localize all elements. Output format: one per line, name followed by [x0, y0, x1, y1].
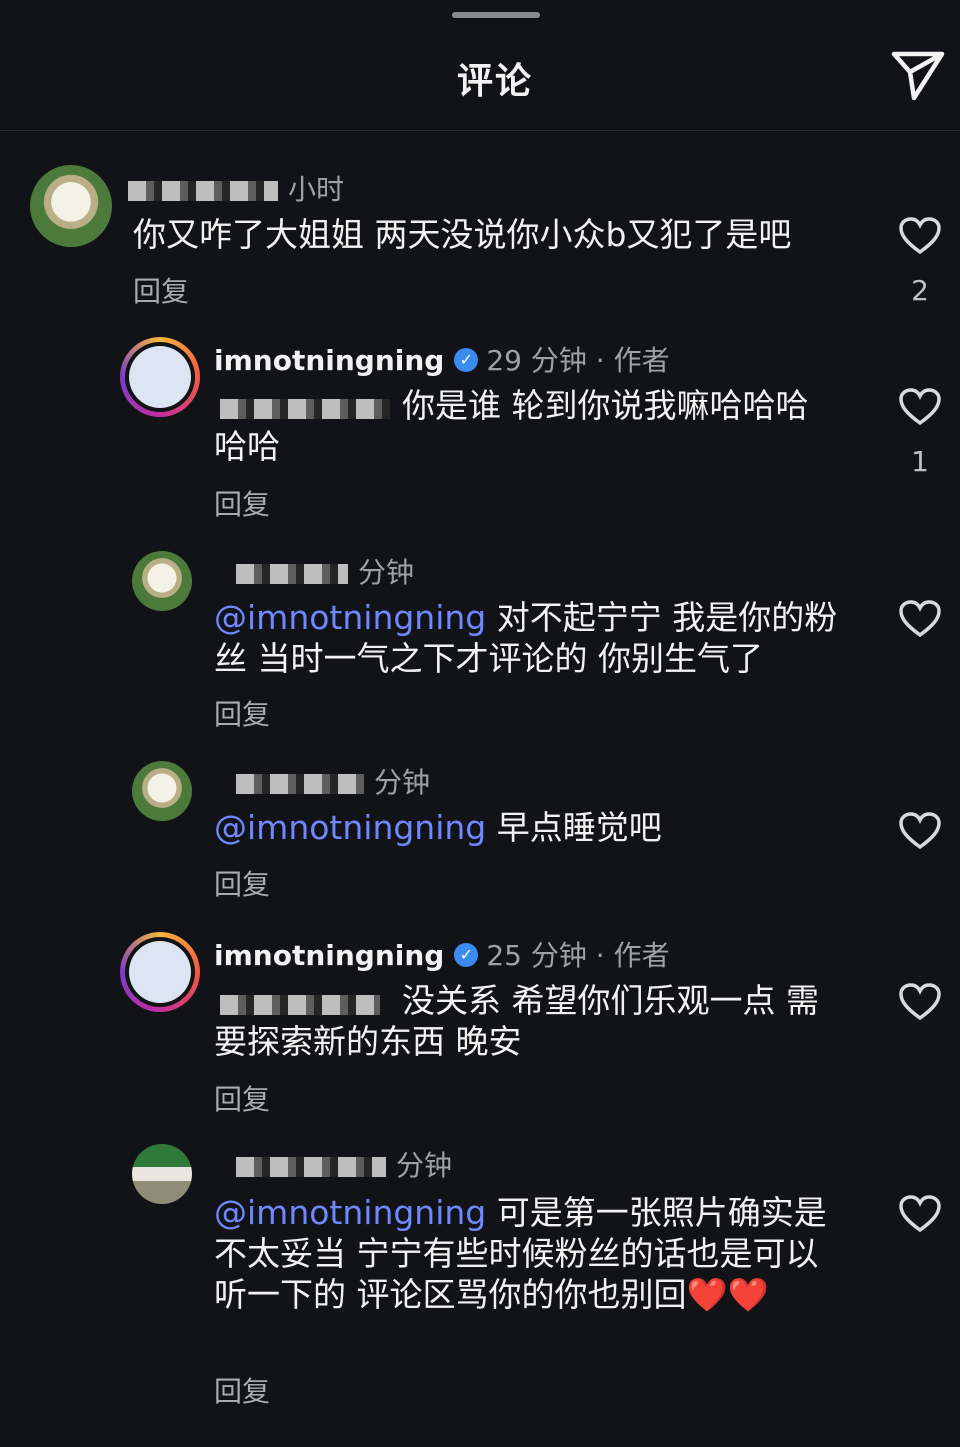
- comment-text: 你是谁 轮到你说我嘛哈哈哈哈哈: [214, 386, 809, 466]
- comment-meta: imnotningning ✓ 29 分钟 · 作者: [214, 339, 670, 379]
- comment-item: 小时 你又咋了大姐姐 两天没说你小众b又犯了是吧 回复 2: [0, 160, 960, 310]
- mention-link[interactable]: @imnotningning: [214, 808, 486, 847]
- hidden-username: [236, 1157, 386, 1177]
- comment-meta: 分钟: [236, 1144, 452, 1184]
- reply-button[interactable]: 回复: [214, 1078, 270, 1118]
- comment-meta: 分钟: [236, 551, 414, 591]
- username[interactable]: imnotningning: [214, 939, 444, 972]
- comment-time: 29 分钟: [486, 344, 587, 377]
- heart-icon[interactable]: [898, 811, 942, 851]
- hidden-username: [236, 774, 364, 794]
- comment-time: 25 分钟: [486, 939, 587, 972]
- reply-button[interactable]: 回复: [214, 1370, 270, 1410]
- reply-button[interactable]: 回复: [214, 483, 270, 523]
- comment-time: 分钟: [396, 1149, 453, 1182]
- avatar[interactable]: [132, 761, 192, 821]
- reply-button[interactable]: 回复: [214, 863, 270, 903]
- comment-time: 小时: [288, 173, 345, 206]
- avatar[interactable]: [132, 1144, 192, 1204]
- comment-text: 你又咋了大姐姐 两天没说你小众b又犯了是吧: [133, 215, 792, 254]
- author-tag: · 作者: [595, 939, 670, 972]
- mention-link[interactable]: @imnotningning: [214, 598, 486, 637]
- comment-item: 分钟 @imnotningning 可是第一张照片确实是不太妥当 宁宁有些时候粉…: [0, 1140, 960, 1420]
- like-count: 1: [911, 445, 929, 478]
- comment-item: imnotningning ✓ 25 分钟 · 作者 没关系 希望你们乐观一点 需要…: [0, 930, 960, 1120]
- comment-time: 分钟: [358, 556, 415, 589]
- avatar[interactable]: [120, 337, 200, 417]
- comment-meta: 小时: [128, 168, 344, 208]
- comment-text: @imnotningning 对不起宁宁 我是你的粉丝 当时一气之下才评论的 你…: [214, 598, 838, 678]
- hidden-username: [128, 181, 278, 201]
- avatar[interactable]: [132, 551, 192, 611]
- comment-meta: 分钟: [236, 761, 430, 801]
- mention-link[interactable]: @imnotningning: [214, 1193, 486, 1232]
- comment-meta: imnotningning ✓ 25 分钟 · 作者: [214, 934, 670, 974]
- comment-time: 分钟: [374, 766, 431, 799]
- heart-icon[interactable]: [898, 1194, 942, 1234]
- author-tag: · 作者: [595, 344, 670, 377]
- like-count: 2: [911, 274, 929, 307]
- username[interactable]: imnotningning: [214, 344, 444, 377]
- avatar[interactable]: [120, 932, 200, 1012]
- verified-icon: ✓: [454, 348, 479, 372]
- comment-text: @imnotningning 可是第一张照片确实是不太妥当 宁宁有些时候粉丝的话…: [214, 1193, 827, 1314]
- comment-item: 分钟 @imnotningning 对不起宁宁 我是你的粉丝 当时一气之下才评论…: [0, 545, 960, 735]
- comment-item: 分钟 @imnotningning 早点睡觉吧 回复: [0, 755, 960, 905]
- verified-icon: ✓: [454, 943, 479, 967]
- heart-icon[interactable]: [898, 216, 942, 256]
- heart-icon[interactable]: [898, 387, 942, 427]
- comment-text: @imnotningning 早点睡觉吧: [214, 808, 662, 847]
- avatar[interactable]: [30, 165, 112, 247]
- hidden-username: [236, 564, 348, 584]
- comments-header: 评论: [0, 0, 960, 131]
- page-title: 评论: [456, 61, 533, 102]
- send-icon[interactable]: [888, 44, 948, 104]
- reply-button[interactable]: 回复: [133, 270, 189, 310]
- comment-item: imnotningning ✓ 29 分钟 · 作者 你是谁 轮到你说我嘛哈哈哈哈哈…: [0, 335, 960, 525]
- heart-icon[interactable]: [898, 599, 942, 639]
- heart-icon[interactable]: [898, 982, 942, 1022]
- reply-button[interactable]: 回复: [214, 693, 270, 733]
- comment-text: 没关系 希望你们乐观一点 需要探索新的东西 晚安: [214, 981, 819, 1061]
